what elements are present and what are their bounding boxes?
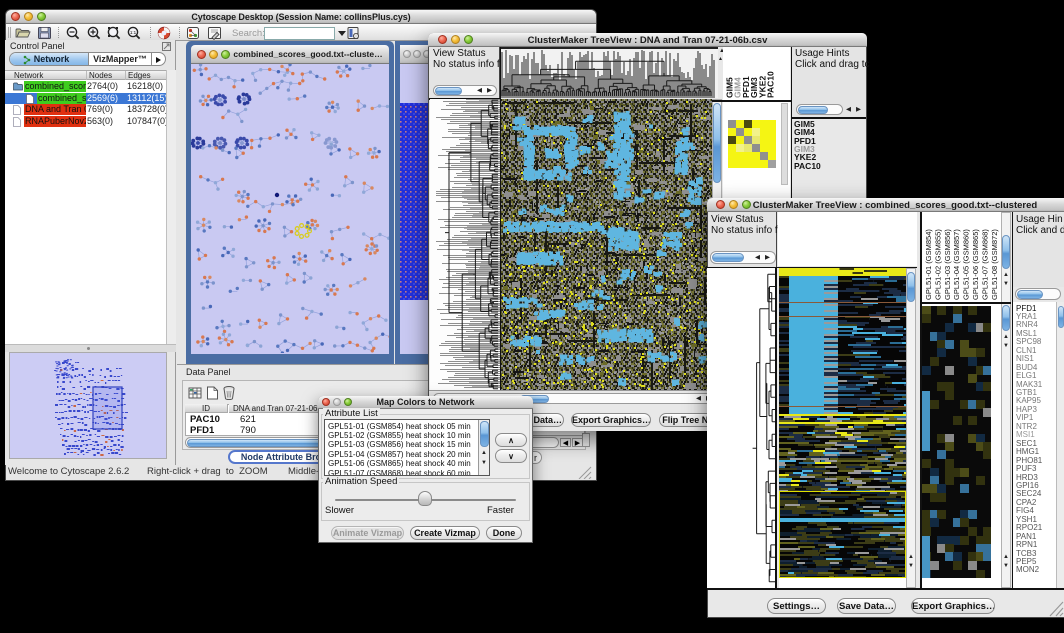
svg-text:GPL51-05 (GSM860): GPL51-05 (GSM860) xyxy=(962,229,971,300)
svg-text:GPL51-03 (GSM856): GPL51-03 (GSM856) xyxy=(943,229,952,300)
svg-text:GPL51-01 (GSM854): GPL51-01 (GSM854) xyxy=(924,229,933,300)
svg-text:1:1: 1:1 xyxy=(130,30,137,35)
svg-text:GPL51-02 (GSM855): GPL51-02 (GSM855) xyxy=(933,229,942,300)
svg-text:GPL51-04 (GSM857): GPL51-04 (GSM857) xyxy=(952,229,961,300)
svg-text:GPL51-08 (GSM872): GPL51-08 (GSM872) xyxy=(990,229,999,300)
svg-text:GPL51-07 (GSM868): GPL51-07 (GSM868) xyxy=(980,229,989,300)
svg-text:GPL51-06 (GSM865): GPL51-06 (GSM865) xyxy=(971,229,980,300)
svg-text:PAC10: PAC10 xyxy=(766,71,776,98)
